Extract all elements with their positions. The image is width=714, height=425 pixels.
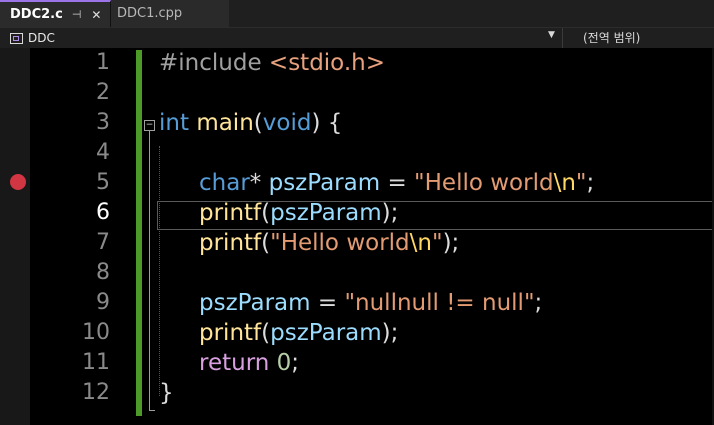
line-number: 10	[82, 320, 110, 345]
navigation-bar: DDC ▼ (전역 범위)	[0, 27, 714, 48]
line-number-gutter: 1 2 3 4 5 6 7 8 9 10 11 12	[30, 48, 134, 425]
scope-dropdown[interactable]: (전역 범위)	[583, 28, 640, 48]
assignment: =	[380, 170, 415, 196]
punctuation: (	[253, 110, 263, 136]
string-literal: "Hello world	[270, 230, 410, 256]
line-number: 2	[96, 80, 110, 105]
return-keyword: return	[199, 350, 270, 376]
param-keyword: void	[262, 110, 312, 136]
code-line-3[interactable]: int main(void) {	[159, 108, 342, 138]
editor-area[interactable]: 1 2 3 4 5 6 7 8 9 10 11 12 − #include <s…	[0, 48, 714, 425]
line-number: 11	[82, 350, 110, 375]
argument: pszParam	[270, 320, 382, 346]
code-line-1[interactable]: #include <stdio.h>	[159, 48, 385, 78]
assignment: =	[310, 290, 345, 316]
punctuation: );	[442, 230, 460, 256]
line-number: 4	[96, 140, 110, 165]
collapse-icon[interactable]: −	[144, 120, 155, 131]
punctuation: (	[261, 200, 271, 226]
code-line-7[interactable]: printf("Hello world\n");	[199, 228, 459, 258]
semicolon: ;	[586, 170, 595, 196]
code-editor-window: DDC2.c ⊣ ✕ DDC1.cpp DDC ▼ (전역 범위) 1 2 3 …	[0, 0, 714, 425]
code-line-11[interactable]: return 0;	[199, 348, 299, 378]
project-scope-icon	[10, 32, 23, 44]
escape-sequence: \n	[409, 230, 432, 256]
indent-guide	[159, 146, 160, 396]
include-header: <stdio.h>	[268, 50, 386, 76]
closing-brace: }	[159, 380, 174, 406]
close-icon[interactable]: ✕	[91, 8, 101, 22]
pointer-symbol: *	[249, 170, 269, 196]
punctuation: ) {	[311, 110, 343, 136]
semicolon: ;	[534, 290, 543, 316]
nav-divider	[562, 28, 563, 48]
change-tracking-bar	[136, 50, 142, 416]
line-number: 7	[96, 230, 110, 255]
type-keyword: int	[159, 110, 189, 136]
function-call: printf	[199, 200, 262, 226]
code-line-6[interactable]: printf(pszParam);	[199, 198, 398, 228]
tab-ddc1-cpp[interactable]: DDC1.cpp	[111, 0, 229, 27]
breakpoint-icon[interactable]	[10, 174, 26, 190]
variable-name: pszParam	[199, 290, 311, 316]
code-line-5[interactable]: char* pszParam = "Hello world\n";	[199, 168, 594, 198]
preprocessor-directive: #include	[159, 50, 262, 76]
function-call: printf	[199, 230, 262, 256]
tab-strip: DDC2.c ⊣ ✕ DDC1.cpp	[0, 0, 714, 27]
code-line-12[interactable]: }	[159, 378, 174, 408]
code-line-10[interactable]: printf(pszParam);	[199, 318, 398, 348]
punctuation: );	[381, 320, 399, 346]
tab-ddc2-c[interactable]: DDC2.c ⊣ ✕	[0, 0, 111, 27]
number-literal: 0	[276, 350, 292, 376]
indicator-margin[interactable]	[0, 48, 30, 425]
argument: pszParam	[270, 200, 382, 226]
project-name: DDC	[28, 31, 55, 45]
line-number: 1	[96, 50, 110, 75]
line-number: 9	[96, 290, 110, 315]
line-number: 3	[96, 110, 110, 135]
variable-name: pszParam	[268, 170, 381, 196]
tab-title: DDC1.cpp	[117, 6, 183, 21]
string-end: "	[431, 230, 443, 256]
outline-end	[149, 410, 155, 411]
string-literal: "nullnull != null"	[344, 290, 535, 316]
type-keyword: char	[199, 170, 250, 196]
chevron-down-icon[interactable]: ▼	[548, 30, 555, 40]
punctuation: (	[261, 320, 271, 346]
outline-line	[149, 131, 150, 411]
code-line-9[interactable]: pszParam = "nullnull != null";	[199, 288, 542, 318]
line-number: 12	[82, 380, 110, 405]
punctuation: );	[381, 200, 399, 226]
line-number: 5	[96, 170, 110, 195]
line-number: 8	[96, 260, 110, 285]
pin-icon[interactable]: ⊣	[72, 8, 82, 21]
project-dropdown[interactable]: DDC	[0, 28, 562, 48]
semicolon: ;	[291, 350, 300, 376]
function-name: main	[196, 110, 254, 136]
punctuation: (	[261, 230, 271, 256]
line-number-current: 6	[96, 200, 110, 225]
tab-title: DDC2.c	[10, 7, 63, 22]
string-end: "	[575, 170, 587, 196]
escape-sequence: \n	[553, 170, 576, 196]
function-call: printf	[199, 320, 262, 346]
string-literal: "Hello world	[414, 170, 554, 196]
